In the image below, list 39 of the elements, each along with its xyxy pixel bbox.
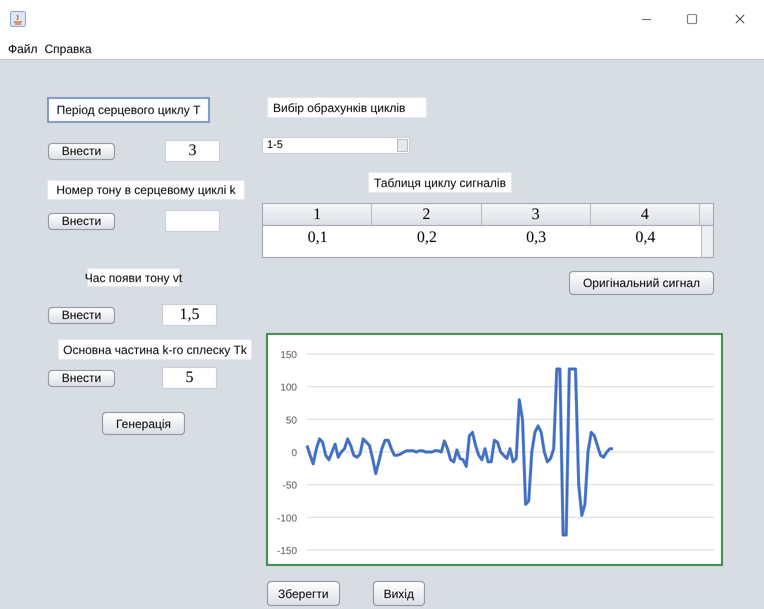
column-header[interactable]: 3 (482, 204, 591, 225)
field-label: Період серцевого циклу T (47, 97, 210, 123)
cycle-selection-label: Вибір обрахунків циклів (267, 97, 427, 118)
value-field[interactable]: 5 (162, 367, 217, 389)
table-cell-text: 0,3 (525, 228, 548, 248)
value-field[interactable] (165, 210, 220, 232)
cycle-spinner[interactable]: 1-5 (262, 137, 410, 154)
menu-item[interactable]: Справка (44, 40, 92, 58)
column-header[interactable]: 1 (263, 204, 372, 225)
table-cell-text: 0,1 (306, 228, 329, 248)
table-cell-text: 0,2 (416, 228, 438, 248)
axis-label: 50 (286, 415, 297, 426)
value-field[interactable]: 3 (165, 140, 220, 162)
axis-label: 0 (291, 448, 297, 459)
enter-button[interactable]: Внести (48, 306, 115, 324)
axis-label: -100 (276, 513, 297, 524)
axis-label: 100 (280, 382, 297, 394)
field-label: Час появи тону vt (87, 268, 180, 287)
field-label: Номер тону в серцевому циклі k (47, 180, 245, 200)
table-cell-text: 0,4 (634, 228, 656, 248)
original-signal-button[interactable]: Оригінальний сигнал (569, 271, 714, 295)
axis-label: -150 (276, 546, 297, 557)
app-icon (10, 11, 26, 27)
generate-button[interactable]: Генерація (102, 412, 185, 435)
axis-label: 150 (280, 350, 297, 361)
axis-label: -50 (282, 480, 297, 492)
scrollbar[interactable] (701, 226, 713, 257)
menu-item[interactable]: Файл (8, 40, 38, 58)
maximize-icon[interactable] (686, 13, 698, 25)
enter-button[interactable]: Внести (48, 142, 115, 160)
column-header[interactable]: 4 (590, 204, 700, 225)
field-label: Основна частина k-го сплеску Tk (58, 339, 252, 360)
enter-button[interactable]: Внести (48, 370, 115, 386)
action-button[interactable]: Зберегти (267, 581, 340, 606)
value-field[interactable]: 1,5 (162, 304, 217, 326)
enter-button[interactable]: Внести (48, 212, 115, 230)
column-header[interactable]: 2 (372, 204, 482, 225)
table-title: Таблиця циклу сигналів (368, 172, 512, 193)
action-button[interactable]: Вихід (372, 581, 425, 606)
